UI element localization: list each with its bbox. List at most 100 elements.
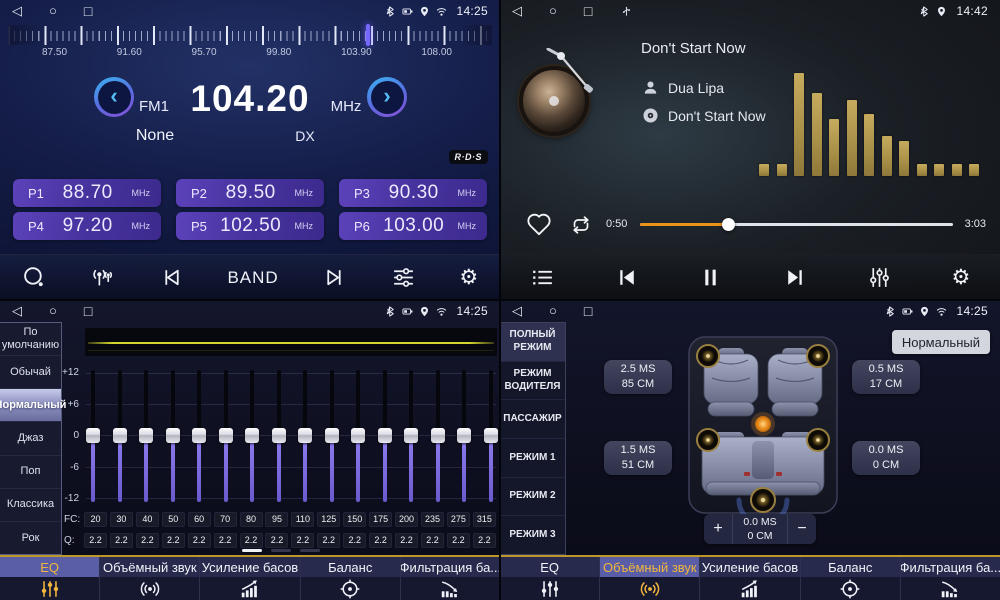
listening-mode-item[interactable]: РЕЖИМ ВОДИТЕЛЯ [500, 362, 565, 401]
slider-thumb[interactable] [113, 428, 127, 443]
nav-recents-icon[interactable]: □ [584, 0, 592, 22]
nav-recents-icon[interactable]: □ [84, 300, 92, 322]
eq-preset-item[interactable]: Нормальный [0, 389, 61, 422]
nav-recents-icon[interactable]: □ [584, 300, 592, 322]
eq-band-slider[interactable] [166, 362, 180, 512]
tab-eq[interactable]: EQ [0, 557, 100, 600]
seek-up-button[interactable]: › [367, 77, 407, 117]
slider-thumb[interactable] [298, 428, 312, 443]
nav-home-icon[interactable]: ○ [49, 300, 57, 322]
preset-button[interactable]: P1 88.70 MHz [13, 179, 161, 207]
preset-button[interactable]: P2 89.50 MHz [176, 179, 324, 207]
slider-thumb[interactable] [431, 428, 445, 443]
car-interior-panel [688, 336, 838, 514]
progress-thumb[interactable] [722, 218, 735, 231]
nav-back-icon[interactable]: ◁ [512, 0, 522, 22]
listening-mode-item[interactable]: ПАССАЖИР [500, 400, 565, 439]
slider-thumb[interactable] [219, 428, 233, 443]
eq-band-slider[interactable] [245, 362, 259, 512]
favorite-heart-icon[interactable] [526, 212, 552, 238]
increase-delay-button[interactable]: + [704, 514, 732, 544]
slider-thumb[interactable] [378, 428, 392, 443]
playlist-icon[interactable] [530, 265, 555, 290]
slider-thumb[interactable] [192, 428, 206, 443]
preset-button[interactable]: P3 90.30 MHz [339, 179, 487, 207]
preset-button[interactable]: P4 97.20 MHz [13, 212, 161, 240]
slider-thumb[interactable] [139, 428, 153, 443]
slider-thumb[interactable] [457, 428, 471, 443]
listening-mode-item[interactable]: РЕЖИМ 2 [500, 478, 565, 517]
eq-band-slider[interactable] [457, 362, 471, 512]
slider-thumb[interactable] [404, 428, 418, 443]
mixer-icon[interactable] [391, 265, 416, 290]
settings-gear-icon[interactable]: ⚙ [459, 265, 478, 290]
sound-profile-button[interactable]: Нормальный [892, 330, 990, 354]
progress-track[interactable] [640, 223, 953, 226]
settings-gear-icon[interactable]: ⚙ [951, 265, 970, 290]
nav-back-icon[interactable]: ◁ [12, 0, 22, 22]
eq-band-slider[interactable] [484, 362, 498, 512]
slider-thumb[interactable] [484, 428, 498, 443]
nav-home-icon[interactable]: ○ [549, 300, 557, 322]
eq-band-slider[interactable] [404, 362, 418, 512]
rear-left-delay-button[interactable]: 1.5 MS 51 CM [604, 441, 672, 475]
previous-track-icon[interactable] [614, 265, 639, 290]
repeat-icon[interactable] [568, 213, 594, 237]
tab-filter[interactable]: Фильтрация ба... [401, 557, 500, 600]
eq-band-slider[interactable] [298, 362, 312, 512]
slider-thumb[interactable] [351, 428, 365, 443]
front-left-delay-button[interactable]: 2.5 MS 85 CM [604, 360, 672, 394]
nav-back-icon[interactable]: ◁ [12, 300, 22, 322]
listening-mode-item[interactable]: ПОЛНЫЙ РЕЖИМ [500, 323, 565, 362]
slider-thumb[interactable] [325, 428, 339, 443]
eq-band-slider[interactable] [113, 362, 127, 512]
tab-bass-boost[interactable]: Усиление басов [700, 557, 800, 600]
rear-right-delay-button[interactable]: 0.0 MS 0 CM [852, 441, 920, 475]
tab-surround[interactable]: Объёмный звук [600, 557, 700, 600]
eq-preset-item[interactable]: По умолчанию [0, 323, 61, 356]
tab-bass-boost[interactable]: Усиление басов [200, 557, 300, 600]
tab-eq[interactable]: EQ [500, 557, 600, 600]
slider-thumb[interactable] [86, 428, 100, 443]
listening-mode-item[interactable]: РЕЖИМ 1 [500, 439, 565, 478]
eq-preset-item[interactable]: Джаз [0, 422, 61, 455]
decrease-delay-button[interactable]: − [788, 514, 816, 544]
eq-band-slider[interactable] [192, 362, 206, 512]
nav-home-icon[interactable]: ○ [549, 0, 557, 22]
previous-icon[interactable] [159, 265, 184, 290]
band-button[interactable]: BAND [227, 268, 278, 288]
preset-button[interactable]: P6 103.00 MHz [339, 212, 487, 240]
eq-band-slider[interactable] [219, 362, 233, 512]
eq-preset-item[interactable]: Рок [0, 522, 61, 554]
eq-band-slider[interactable] [325, 362, 339, 512]
eq-band-slider[interactable] [86, 362, 100, 512]
eq-band-slider[interactable] [139, 362, 153, 512]
slider-thumb[interactable] [272, 428, 286, 443]
nav-recents-icon[interactable]: □ [84, 0, 92, 22]
front-right-delay-button[interactable]: 0.5 MS 17 CM [852, 360, 920, 394]
tab-filter[interactable]: Фильтрация ба... [901, 557, 1000, 600]
pause-icon[interactable] [698, 265, 723, 290]
nav-back-icon[interactable]: ◁ [512, 300, 522, 322]
tab-balance[interactable]: Баланс [301, 557, 401, 600]
broadcast-icon[interactable] [90, 265, 115, 290]
eq-band-slider[interactable] [378, 362, 392, 512]
next-track-icon[interactable] [783, 265, 808, 290]
eq-band-slider[interactable] [431, 362, 445, 512]
slider-thumb[interactable] [166, 428, 180, 443]
preset-button[interactable]: P5 102.50 MHz [176, 212, 324, 240]
tab-balance[interactable]: Баланс [801, 557, 901, 600]
eq-preset-item[interactable]: Поп [0, 456, 61, 489]
eq-preset-item[interactable]: Классика [0, 489, 61, 522]
tab-surround[interactable]: Объёмный звук [100, 557, 200, 600]
slider-thumb[interactable] [245, 428, 259, 443]
scan-icon[interactable] [22, 265, 47, 290]
eq-preset-item[interactable]: Обычай [0, 356, 61, 389]
eq-band-slider[interactable] [351, 362, 365, 512]
eq-band-slider[interactable] [272, 362, 286, 512]
listening-mode-item[interactable]: РЕЖИМ 3 [500, 516, 565, 554]
equalizer-icon[interactable] [867, 265, 892, 290]
next-icon[interactable] [322, 265, 347, 290]
nav-home-icon[interactable]: ○ [49, 0, 57, 22]
tuner-scale[interactable] [8, 25, 492, 45]
